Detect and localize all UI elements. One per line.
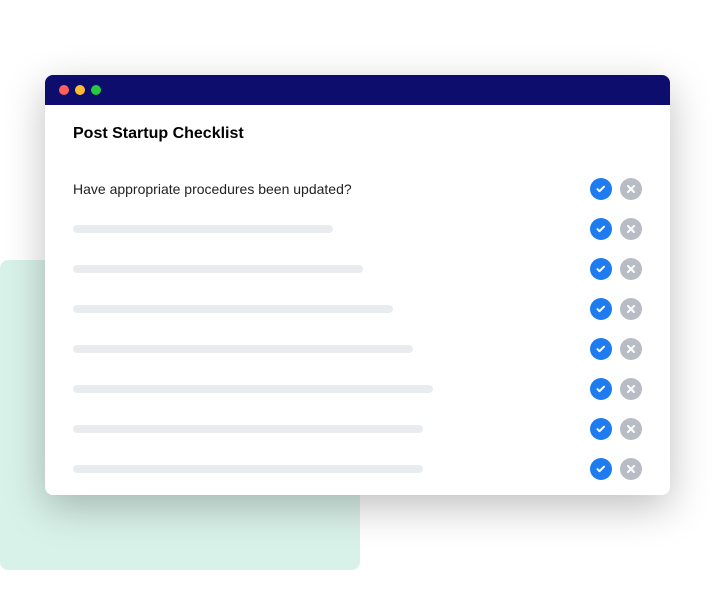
checklist-item-controls (590, 298, 642, 320)
check-icon[interactable] (590, 378, 612, 400)
checklist-item-placeholder (73, 465, 423, 473)
check-icon[interactable] (590, 418, 612, 440)
checklist-window: Post Startup Checklist Have appropriate … (45, 75, 670, 495)
checklist-items: Have appropriate procedures been updated… (73, 169, 642, 489)
x-icon[interactable] (620, 298, 642, 320)
checklist-item-controls (590, 258, 642, 280)
check-icon[interactable] (590, 178, 612, 200)
x-icon[interactable] (620, 258, 642, 280)
checklist-item-controls (590, 418, 642, 440)
checklist-item-placeholder (73, 425, 423, 433)
checklist-item-placeholder (73, 305, 393, 313)
x-icon[interactable] (620, 458, 642, 480)
checklist-heading: Post Startup Checklist (73, 125, 642, 143)
checklist-item-text: Have appropriate procedures been updated… (73, 181, 352, 197)
x-icon[interactable] (620, 178, 642, 200)
check-icon[interactable] (590, 338, 612, 360)
x-icon[interactable] (620, 218, 642, 240)
checklist-item-controls (590, 178, 642, 200)
window-content: Post Startup Checklist Have appropriate … (45, 105, 670, 495)
checklist-item-placeholder (73, 225, 333, 233)
x-icon[interactable] (620, 418, 642, 440)
checklist-item-placeholder (73, 265, 363, 273)
minimize-window-dot[interactable] (75, 85, 85, 95)
checklist-item (73, 249, 642, 289)
checklist-item (73, 289, 642, 329)
check-icon[interactable] (590, 458, 612, 480)
checklist-item (73, 369, 642, 409)
checklist-item-placeholder (73, 345, 413, 353)
checklist-item-controls (590, 458, 642, 480)
window-titlebar (45, 75, 670, 105)
checklist-item (73, 409, 642, 449)
check-icon[interactable] (590, 298, 612, 320)
check-icon[interactable] (590, 218, 612, 240)
checklist-item (73, 209, 642, 249)
checklist-item: Have appropriate procedures been updated… (73, 169, 642, 209)
checklist-item-placeholder (73, 385, 433, 393)
x-icon[interactable] (620, 338, 642, 360)
checklist-item (73, 329, 642, 369)
check-icon[interactable] (590, 258, 612, 280)
checklist-item-controls (590, 218, 642, 240)
checklist-item-controls (590, 338, 642, 360)
checklist-item (73, 449, 642, 489)
x-icon[interactable] (620, 378, 642, 400)
checklist-item-controls (590, 378, 642, 400)
close-window-dot[interactable] (59, 85, 69, 95)
maximize-window-dot[interactable] (91, 85, 101, 95)
